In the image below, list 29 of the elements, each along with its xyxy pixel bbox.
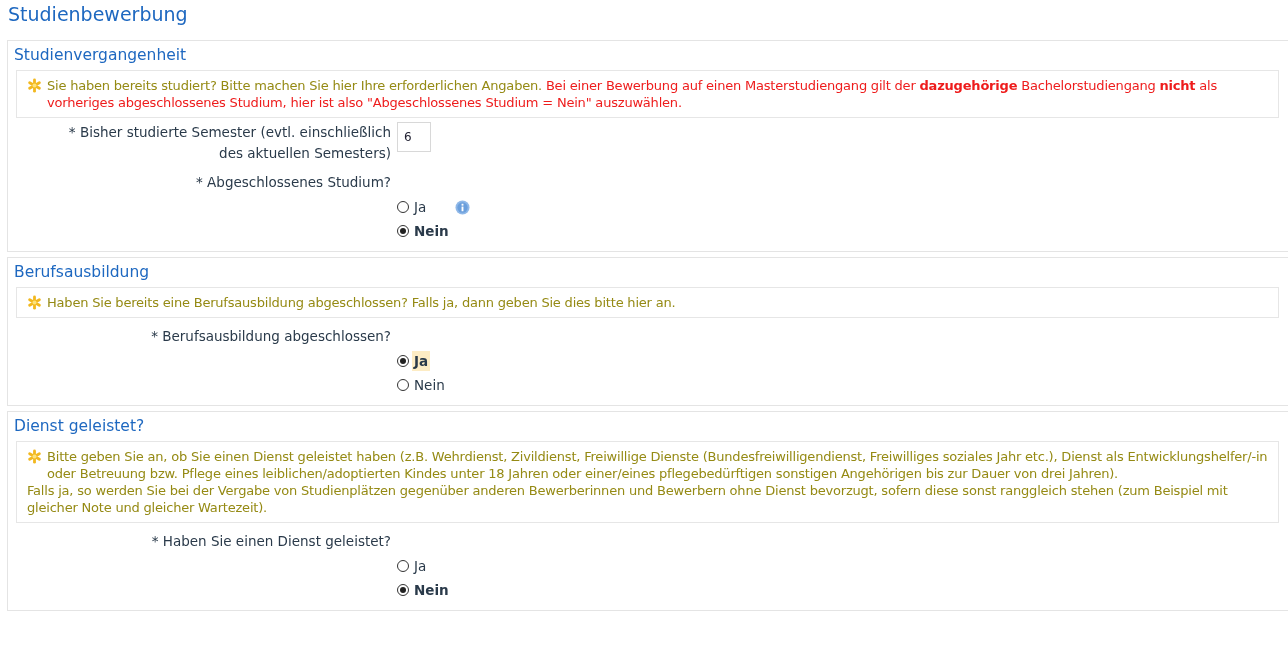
field-label: * Abgeschlossenes Studium? bbox=[196, 173, 391, 192]
radio-label[interactable]: Ja bbox=[412, 351, 431, 371]
info-icon[interactable] bbox=[455, 199, 471, 215]
radio-button[interactable] bbox=[397, 225, 409, 237]
asterisk-icon bbox=[27, 78, 42, 93]
page-title: Studienbewerbung bbox=[7, 2, 189, 27]
asterisk-icon bbox=[27, 295, 42, 310]
field-label: * Haben Sie einen Dienst geleistet? bbox=[151, 532, 391, 551]
radio-button[interactable] bbox=[397, 355, 409, 367]
radio-button[interactable] bbox=[397, 560, 409, 572]
radio-label[interactable]: Ja bbox=[412, 556, 429, 576]
number-input[interactable]: 6 bbox=[397, 122, 431, 152]
asterisk-icon bbox=[27, 449, 42, 464]
info-text: Bitte geben Sie an, ob Sie einen Dienst geleistet haben (z.B. Wehrdienst, Zivildienst, Freiwillige Dienste (Bundesfreiwilligendienst, Freiwilliges soziales Jahr etc.), Dienst als Entwicklungshelfer/-in oder Betreuung bzw. Pflege eines leiblichen/adoptierten Kindes unter 18 Jahren oder einer/eines pflegebedürftigen sonstigen Angehörigen bis zur Dauer von drei Jahren). bbox=[47, 448, 1268, 482]
radio-label[interactable]: Nein bbox=[412, 375, 447, 395]
radio-label[interactable]: Nein bbox=[412, 580, 451, 600]
radio-button[interactable] bbox=[397, 379, 409, 391]
field-label: * Berufsausbildung abgeschlossen? bbox=[151, 327, 391, 346]
radio-button[interactable] bbox=[397, 201, 409, 213]
field-label: * Bisher studierte Semester (evtl. einschließlich des aktuellen Semesters) bbox=[67, 123, 391, 163]
info-text: Falls ja, so werden Sie bei der Vergabe von Studienplätzen gegenüber anderen Bewerberinnen und Bewerbern ohne Dienst bevorzugt, sofern diese sonst ranggleich stehen (zum Beispiel mit gleicher Note und gleicher Wartezeit). bbox=[27, 482, 1229, 516]
radio-label[interactable]: Ja bbox=[412, 197, 429, 217]
info-text: Sie haben bereits studiert? Bitte machen Sie hier Ihre erforderlichen Angaben. Bei einer Bewerbung auf einen Masterstudiengang gilt der dazugehörige Bachelorstudiengang nicht als vorheriges abgeschlossenes Studium, hier ist also "Abgeschlossenes Studium = Nein" auszuwählen. bbox=[47, 77, 1219, 111]
section-title: Dienst geleistet? bbox=[13, 416, 146, 437]
info-text: Haben Sie bereits eine Berufsausbildung abgeschlossen? Falls ja, dann geben Sie dies bitte hier an. bbox=[47, 294, 676, 311]
radio-button[interactable] bbox=[397, 584, 409, 596]
section-title: Berufsausbildung bbox=[13, 262, 151, 283]
section-title: Studienvergangenheit bbox=[13, 45, 188, 66]
radio-label[interactable]: Nein bbox=[412, 221, 451, 241]
